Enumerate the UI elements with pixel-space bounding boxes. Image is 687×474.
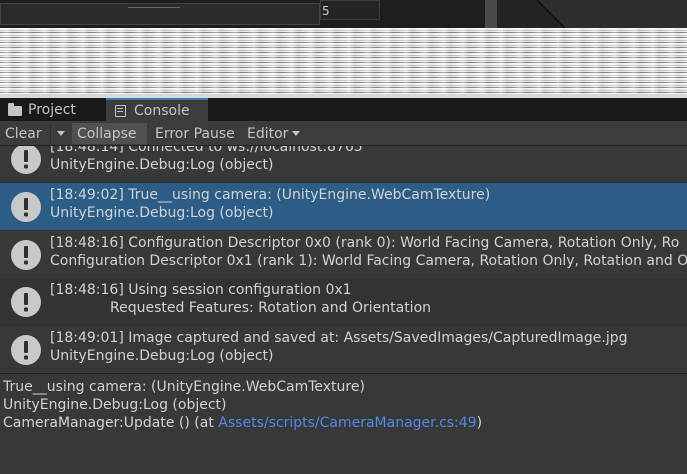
clear-button[interactable]: Clear <box>0 123 50 144</box>
info-icon <box>11 192 41 222</box>
inspector-panel-fragment <box>0 3 320 25</box>
detail-suffix: ) <box>476 415 483 431</box>
clear-options-dropdown[interactable] <box>50 123 70 144</box>
viewport-edge <box>497 0 566 28</box>
log-stacktrace: Requested Features: Rotation and Orienta… <box>110 300 432 316</box>
editor-label: Editor <box>247 125 289 142</box>
log-entry[interactable]: [18:49:01] Image captured and saved at: … <box>0 326 687 373</box>
console-toolbar: Clear Collapse Error Pause Editor <box>0 121 687 146</box>
tab-project[interactable]: Project <box>0 98 106 121</box>
detail-stacktrace-line: UnityEngine.Debug:Log (object) <box>3 397 227 413</box>
log-message: [18:48:14] Connected to ws://localhost:8… <box>50 146 363 155</box>
log-entry-selected[interactable]: [18:49:02] True__using camera: (UnityEng… <box>0 183 687 230</box>
console-icon <box>114 104 128 117</box>
console-log-list[interactable]: [18:48:14] Connected to ws://localhost:8… <box>0 146 687 373</box>
collapse-toggle[interactable]: Collapse <box>72 123 147 144</box>
detail-message: True__using camera: (UnityEngine.WebCamT… <box>3 379 365 395</box>
value-field[interactable]: 5 <box>320 0 380 20</box>
error-pause-label: Error Pause <box>155 125 235 142</box>
log-message: [18:48:16] Using session configuration 0… <box>50 282 352 298</box>
log-detail-pane[interactable]: True__using camera: (UnityEngine.WebCamT… <box>0 373 687 474</box>
log-entry[interactable]: [18:48:14] Connected to ws://localhost:8… <box>0 146 687 182</box>
info-icon <box>11 146 41 174</box>
chevron-down-icon <box>56 131 65 136</box>
tab-console-label: Console <box>134 102 190 119</box>
detail-stacktrace-line: CameraManager:Update () (at Assets/scrip… <box>3 415 482 431</box>
editor-dropdown[interactable]: Editor <box>243 123 307 144</box>
log-entry[interactable]: [18:48:16] Configuration Descriptor 0x0 … <box>0 231 687 278</box>
log-entry[interactable]: [18:48:16] Using session configuration 0… <box>0 278 687 325</box>
log-stacktrace: UnityEngine.Debug:Log (object) <box>50 348 274 364</box>
log-stacktrace: UnityEngine.Debug:Log (object) <box>50 157 274 173</box>
info-icon <box>11 335 41 365</box>
log-message: [18:49:01] Image captured and saved at: … <box>50 330 628 346</box>
scene-view-fragment: 5 <box>0 0 687 28</box>
log-stacktrace: Configuration Descriptor 0x1 (rank 1): W… <box>50 253 687 269</box>
tab-bar: Project Console <box>0 98 687 121</box>
log-message: [18:49:02] True__using camera: (UnityEng… <box>50 187 491 203</box>
log-stacktrace: UnityEngine.Debug:Log (object) <box>50 205 274 221</box>
tab-project-label: Project <box>28 101 76 118</box>
error-pause-toggle[interactable]: Error Pause <box>149 123 243 144</box>
log-message: [18:48:16] Configuration Descriptor 0x0 … <box>50 235 680 251</box>
camera-preview-image <box>0 28 687 98</box>
scrollbar[interactable] <box>485 0 497 28</box>
clear-label: Clear <box>5 125 42 142</box>
tab-console[interactable]: Console <box>106 98 208 121</box>
folder-icon <box>8 102 22 116</box>
collapse-label: Collapse <box>77 125 137 142</box>
source-file-link[interactable]: Assets/scripts/CameraManager.cs:49 <box>218 415 476 431</box>
detail-caller: CameraManager:Update () (at <box>3 415 219 431</box>
info-icon <box>11 240 41 270</box>
info-icon <box>11 287 41 317</box>
chevron-down-icon <box>292 131 301 136</box>
